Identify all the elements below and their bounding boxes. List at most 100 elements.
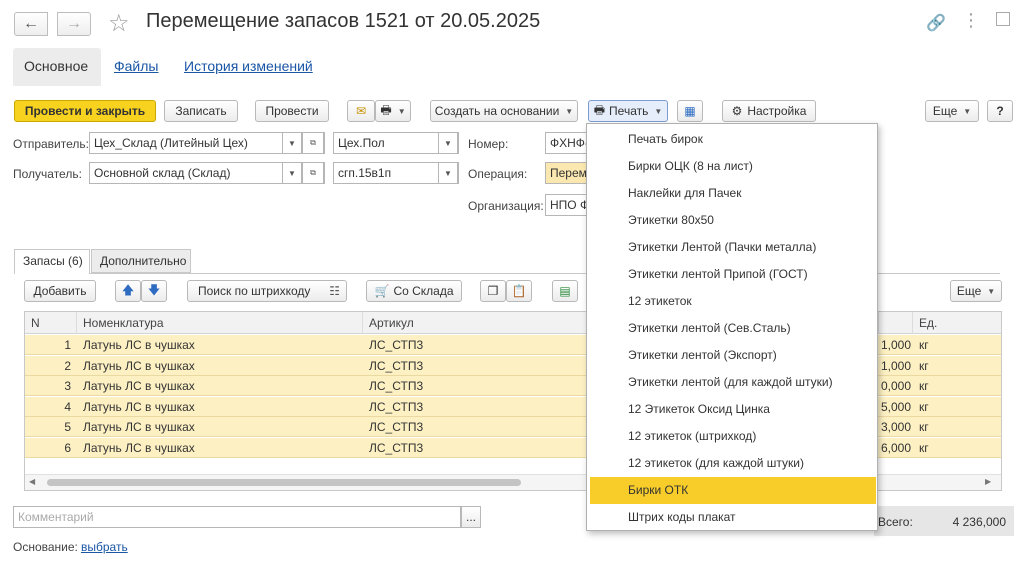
- col-nomenclature[interactable]: Номенклатура: [77, 312, 363, 334]
- link-icon[interactable]: 🔗: [926, 13, 946, 33]
- cell-qty[interactable]: 1,000: [879, 356, 911, 376]
- scroll-right-icon[interactable]: ▶: [985, 477, 991, 486]
- save-button[interactable]: Записать: [164, 100, 238, 122]
- tab-history[interactable]: История изменений: [184, 58, 313, 74]
- receiver-open[interactable]: ⧉: [302, 163, 324, 183]
- structure-button[interactable]: ▦: [677, 100, 703, 122]
- cell-qty[interactable]: 5,000: [879, 397, 911, 417]
- cell-unit[interactable]: кг: [919, 376, 999, 396]
- print-menu-item[interactable]: Этикетки 80х50: [587, 207, 877, 234]
- print-menu-button[interactable]: 🖶 Печать ▼: [588, 100, 668, 122]
- post-and-close-button[interactable]: Провести и закрыть: [14, 100, 156, 122]
- post-button[interactable]: Провести: [255, 100, 329, 122]
- organization-field[interactable]: НПО Ф: [545, 194, 589, 216]
- back-button[interactable]: ←: [14, 12, 48, 36]
- envelope-icon: ✉: [355, 104, 367, 118]
- cell-n[interactable]: 2: [25, 356, 71, 376]
- print-menu-item[interactable]: Бирки ОЦК (8 на лист): [587, 153, 877, 180]
- basis-label: Основание:: [13, 540, 78, 554]
- sender-field[interactable]: Цех_Склад (Литейный Цех) ▼ ⧉: [89, 132, 325, 154]
- paste-button[interactable]: 📋: [506, 280, 532, 302]
- cell-qty[interactable]: 1,000: [879, 335, 911, 355]
- print-menu-item[interactable]: 12 этикеток: [587, 288, 877, 315]
- tab-files[interactable]: Файлы: [114, 58, 158, 74]
- print-menu-item[interactable]: Этикетки лентой (Экспорт): [587, 342, 877, 369]
- cell-unit[interactable]: кг: [919, 438, 999, 458]
- cell-n[interactable]: 5: [25, 417, 71, 437]
- cell-name[interactable]: Латунь ЛС в чушках: [83, 376, 353, 396]
- cell-n[interactable]: 1: [25, 335, 71, 355]
- more-button[interactable]: Еще ▼: [925, 100, 979, 122]
- settings-button[interactable]: ⚙ Настройка: [722, 100, 816, 122]
- print-menu-item[interactable]: 12 этикеток (для каждой штуки): [587, 450, 877, 477]
- create-based-on-button[interactable]: Создать на основании ▼: [430, 100, 578, 122]
- sender-dropdown[interactable]: ▼: [282, 133, 302, 153]
- cell-unit[interactable]: кг: [919, 397, 999, 417]
- move-down-button[interactable]: 🡇: [141, 280, 167, 302]
- cell-qty[interactable]: 6,000: [879, 438, 911, 458]
- receiver-cell-dropdown[interactable]: ▼: [438, 163, 458, 183]
- cell-name[interactable]: Латунь ЛС в чушках: [83, 335, 353, 355]
- copy-button[interactable]: ❐: [480, 280, 506, 302]
- cell-name[interactable]: Латунь ЛС в чушках: [83, 417, 353, 437]
- email-button[interactable]: ✉: [347, 100, 375, 122]
- tab-additional[interactable]: Дополнительно: [91, 249, 191, 273]
- cell-n[interactable]: 6: [25, 438, 71, 458]
- more-vertical-icon[interactable]: ⋮: [962, 10, 980, 31]
- forward-button[interactable]: →: [57, 12, 91, 36]
- col-unit[interactable]: Ед.: [913, 312, 1001, 334]
- receiver-field[interactable]: Основной склад (Склад) ▼ ⧉: [89, 162, 325, 184]
- receiver-cell-field[interactable]: сгп.15в1п ▼: [333, 162, 459, 184]
- print-menu-item[interactable]: Этикетки Лентой (Пачки металла): [587, 234, 877, 261]
- move-up-button[interactable]: 🡅: [115, 280, 141, 302]
- operation-field[interactable]: Переме: [545, 162, 589, 184]
- col-n[interactable]: N: [25, 312, 77, 334]
- cell-unit[interactable]: кг: [919, 417, 999, 437]
- help-button[interactable]: ?: [987, 100, 1013, 122]
- basis-select-link[interactable]: выбрать: [81, 540, 128, 554]
- add-row-button[interactable]: Добавить: [24, 280, 96, 302]
- receiver-dropdown[interactable]: ▼: [282, 163, 302, 183]
- col-qty[interactable]: [879, 312, 913, 334]
- print-quick-button[interactable]: 🖶 ▼: [375, 100, 411, 122]
- scroll-left-icon[interactable]: ◀: [29, 477, 35, 486]
- print-menu-item[interactable]: Этикетки лентой Припой (ГОСТ): [587, 261, 877, 288]
- from-warehouse-button[interactable]: 🛒 Со Склада: [366, 280, 462, 302]
- barcode-search-button[interactable]: Поиск по штрихкоду ☷: [187, 280, 347, 302]
- from-warehouse-label: Со Склада: [393, 284, 454, 298]
- cell-n[interactable]: 4: [25, 397, 71, 417]
- cell-n[interactable]: 3: [25, 376, 71, 396]
- cell-qty[interactable]: 0,000: [879, 376, 911, 396]
- tab-stock[interactable]: Запасы (6): [14, 249, 90, 274]
- print-menu-item[interactable]: Наклейки для Пачек: [587, 180, 877, 207]
- sender-cell-value: Цех.Пол: [338, 136, 385, 150]
- chevron-down-icon: ▼: [654, 106, 663, 116]
- maximize-icon[interactable]: [996, 12, 1010, 26]
- star-favorite-icon[interactable]: ☆: [108, 9, 130, 38]
- comment-expand-button[interactable]: ...: [461, 506, 481, 528]
- sender-cell-dropdown[interactable]: ▼: [438, 133, 458, 153]
- print-menu-item[interactable]: Этикетки лентой (Сев.Сталь): [587, 315, 877, 342]
- cell-name[interactable]: Латунь ЛС в чушках: [83, 438, 353, 458]
- cell-name[interactable]: Латунь ЛС в чушках: [83, 397, 353, 417]
- sender-open[interactable]: ⧉: [302, 133, 324, 153]
- print-menu-item[interactable]: 12 этикеток (штрихкод): [587, 423, 877, 450]
- operation-value: Переме: [550, 166, 588, 180]
- cell-unit[interactable]: кг: [919, 335, 999, 355]
- scrollbar-thumb[interactable]: [47, 479, 521, 486]
- print-menu-item[interactable]: Этикетки лентой (для каждой штуки): [587, 369, 877, 396]
- cell-unit[interactable]: кг: [919, 356, 999, 376]
- cell-name[interactable]: Латунь ЛС в чушках: [83, 356, 353, 376]
- print-menu-item[interactable]: Бирки ОТК: [590, 477, 876, 504]
- table-more-button[interactable]: Еще ▼: [950, 280, 1002, 302]
- number-field[interactable]: ФХНФ-: [545, 132, 589, 154]
- comment-input[interactable]: Комментарий: [13, 506, 461, 528]
- receiver-value: Основной склад (Склад): [94, 166, 231, 180]
- print-menu-item[interactable]: Печать бирок: [587, 126, 877, 153]
- print-menu-item[interactable]: Штрих коды плакат: [587, 504, 877, 531]
- tab-main[interactable]: Основное: [24, 58, 88, 74]
- table-settings-button[interactable]: ▤: [552, 280, 578, 302]
- print-menu-item[interactable]: 12 Этикеток Оксид Цинка: [587, 396, 877, 423]
- cell-qty[interactable]: 3,000: [879, 417, 911, 437]
- sender-cell-field[interactable]: Цех.Пол ▼: [333, 132, 459, 154]
